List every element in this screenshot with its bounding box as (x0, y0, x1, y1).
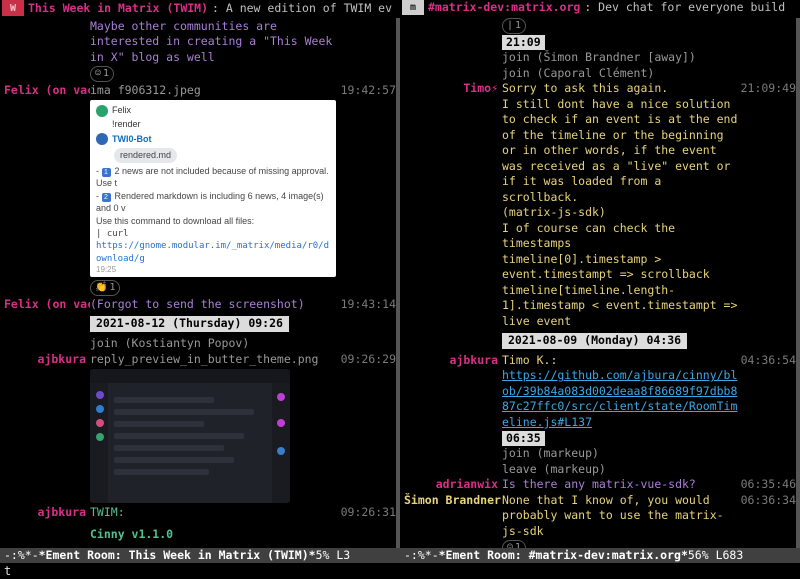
sender-label: Šimon Brandner (404, 493, 502, 540)
timestamp: 09:26:29 (338, 352, 396, 368)
time-divider: 21:09 (502, 35, 545, 51)
message-body: (matrix-js-sdk) (502, 205, 738, 221)
room-name-right[interactable]: #matrix-dev:matrix.org (428, 0, 580, 15)
join-event: join (Caporal Clément) (502, 66, 738, 82)
time-divider: 06:35 (502, 431, 545, 447)
message-link[interactable]: https://github.com/ajbura/cinny/blob/39b… (502, 368, 737, 429)
timestamp: 21:09:49 (738, 81, 796, 97)
date-divider: 2021-08-12 (Thursday) 09:26 (90, 316, 289, 332)
timestamp: 19:43:14 (338, 297, 396, 313)
message-body: None that I know of, you would probably … (502, 493, 738, 540)
sender-label: ajbkura (404, 353, 502, 431)
reaction-badge[interactable]: 👏1 (90, 280, 120, 296)
modeline-right[interactable]: -:%*- *Ement Room: #matrix-dev:matrix.or… (400, 548, 800, 563)
timestamp: 04:36:54 (738, 353, 796, 431)
message-body: I still dont have a nice solution to che… (502, 97, 738, 206)
sender-label: Timo⚡ (404, 81, 502, 97)
reaction-badge[interactable]: ☺1 (90, 66, 114, 82)
left-pane: W This Week in Matrix (TWIM) : A new edi… (0, 0, 400, 548)
message-body: reply_preview_in_butter_theme.png (90, 352, 338, 368)
left-room-header: W This Week in Matrix (TWIM) : A new edi… (0, 0, 400, 17)
reaction-badge[interactable]: |1 (502, 18, 526, 34)
room-avatar-right: m (402, 0, 424, 15)
reaction-badge[interactable]: ☺1 (502, 540, 526, 548)
right-room-header: m #matrix-dev:matrix.org : Dev chat for … (400, 0, 800, 15)
join-event: join (Kostiantyn Popov) (90, 336, 338, 352)
timestamp: 09:26:31 (338, 505, 396, 521)
message-body: Sorry to ask this again. (502, 81, 738, 97)
sender-label: ajbkura (4, 505, 90, 521)
message-body: Maybe other communities are interested i… (90, 19, 338, 66)
message-body: TWIM: (90, 505, 338, 521)
minibuffer[interactable]: t (0, 563, 800, 579)
link-preview-embed: Felix !render TWI0-Bot rendered.md - 12 … (90, 100, 336, 277)
message-body: (Forgot to send the screenshot) (90, 297, 338, 313)
sender-label: Felix (on vaca (4, 297, 90, 313)
room-avatar-left: W (2, 0, 24, 16)
message-heading: Cinny v1.1.0 (90, 527, 338, 543)
sender-label: ajbkura (4, 352, 90, 368)
message-body: ima f906312.jpeg (90, 83, 338, 99)
right-pane: m #matrix-dev:matrix.org : Dev chat for … (400, 0, 800, 548)
messages-right[interactable]: |1 21:09 join (Šimon Brandner [away]) jo… (400, 15, 800, 548)
message-body: Is there any matrix-vue-sdk? (502, 477, 738, 493)
modeline-bar: -:%*- *Ement Room: This Week in Matrix (… (0, 548, 800, 563)
leave-event: leave (markeup) (502, 462, 738, 478)
image-thumbnail[interactable] (90, 369, 290, 503)
room-topic-left: : A new edition of TWIM ev (212, 1, 392, 17)
sender-label: adrianwix (404, 477, 502, 493)
reply-target: Timo K.: (502, 353, 557, 367)
date-divider: 2021-08-09 (Monday) 04:36 (502, 333, 687, 349)
room-name-left[interactable]: This Week in Matrix (TWIM) (28, 1, 208, 17)
message-body: timeline[timeline.length-1].timestamp < … (502, 283, 738, 330)
scrollbar-right[interactable] (796, 18, 800, 548)
timestamp: 19:42:57 (338, 83, 396, 99)
messages-left[interactable]: Maybe other communities are interested i… (0, 17, 400, 548)
message-body: I of course can check the timestamps (502, 221, 738, 252)
join-event: join (markeup) (502, 446, 738, 462)
message-body: timeline[0].timestamp > event.timestampt… (502, 252, 738, 283)
join-event: join (Šimon Brandner [away]) (502, 50, 738, 66)
sender-label: Felix (on vaca (4, 83, 90, 99)
timestamp: 06:35:46 (738, 477, 796, 493)
timestamp: 06:36:34 (738, 493, 796, 540)
modeline-left[interactable]: -:%*- *Ement Room: This Week in Matrix (… (0, 548, 400, 563)
room-topic-right: : Dev chat for everyone build (584, 0, 785, 15)
